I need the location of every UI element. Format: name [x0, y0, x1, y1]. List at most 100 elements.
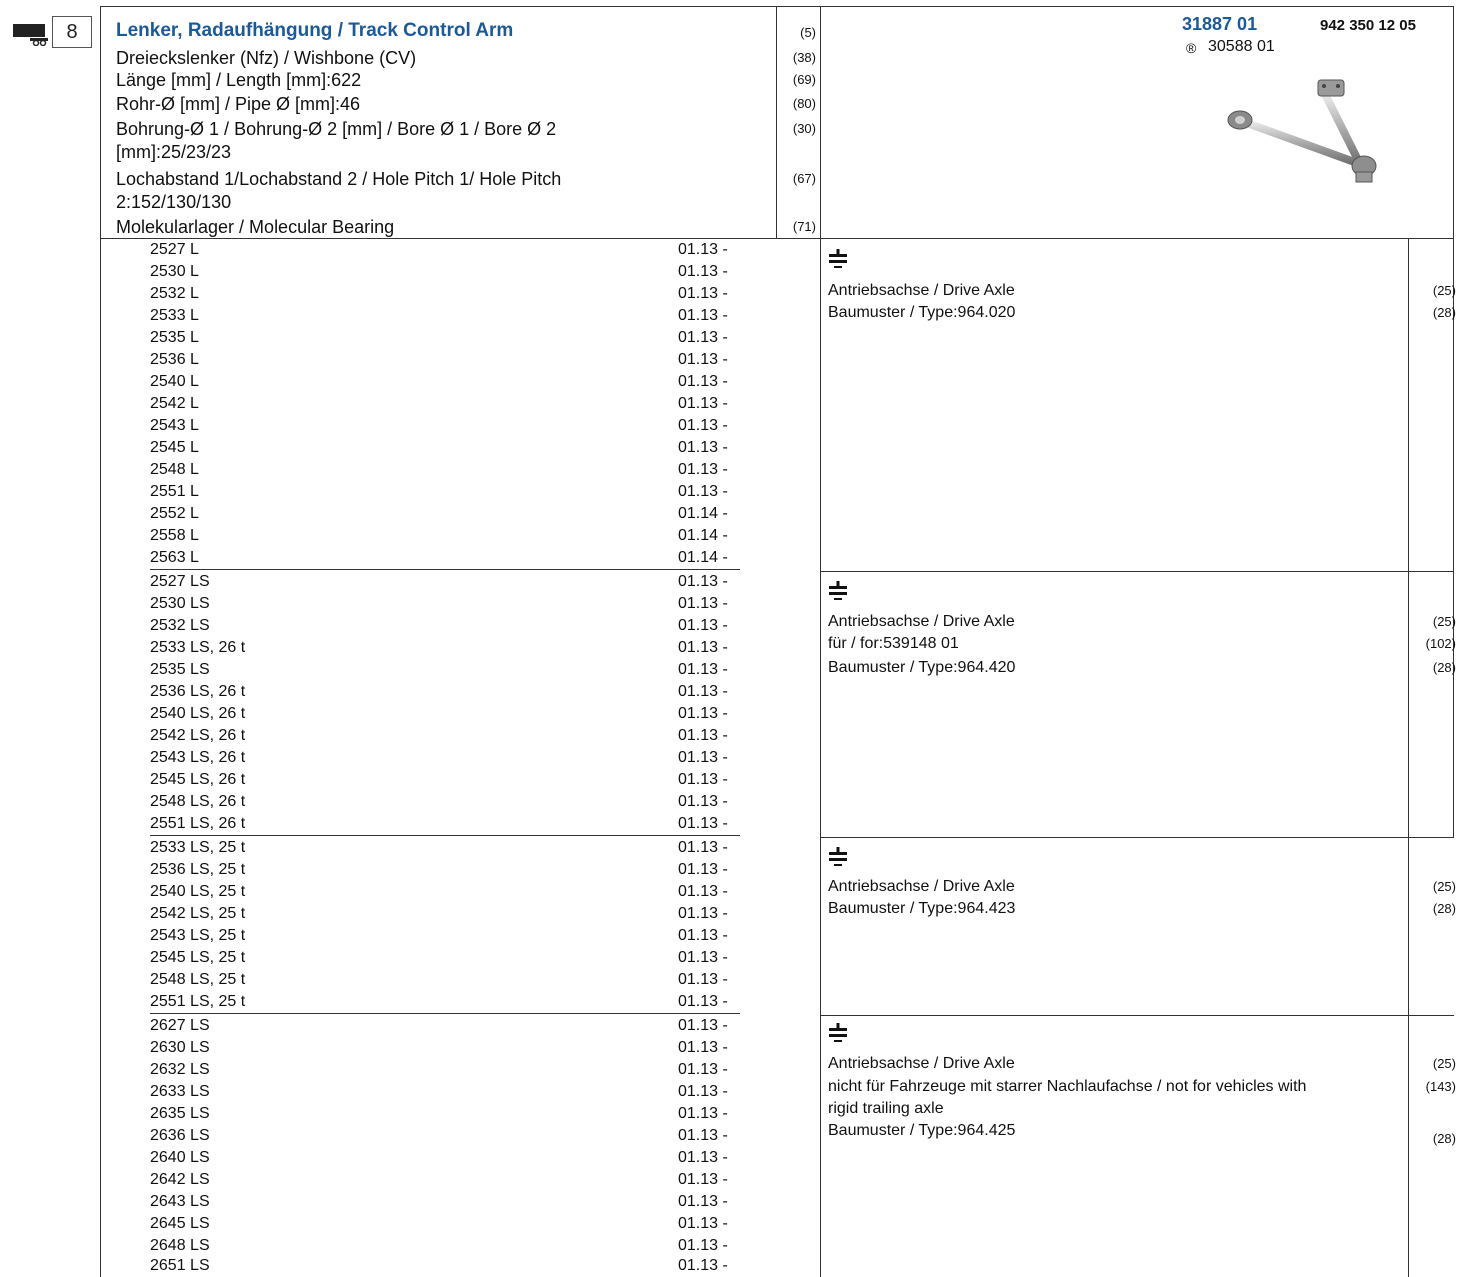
axle-icon: [829, 1023, 847, 1042]
group-end-line: [150, 835, 740, 836]
model-date: 01.13 -: [678, 793, 728, 810]
model-name: 2533 LS, 26 t: [150, 639, 246, 656]
model-date: 01.13 -: [678, 949, 728, 966]
attribute-line: Lochabstand 1/Lochabstand 2 / Hole Pitch…: [116, 169, 562, 189]
model-date: 01.13 -: [678, 595, 728, 612]
reference-number[interactable]: 30588 01: [1208, 38, 1275, 56]
model-name: 2563 L: [150, 549, 199, 566]
note-line: Antriebsachse / Drive Axle: [828, 613, 1015, 630]
model-name: 2651 LS: [150, 1257, 210, 1274]
model-date: 01.13 -: [678, 1039, 728, 1056]
model-date: 01.13 -: [678, 971, 728, 988]
model-name: 2540 LS, 26 t: [150, 705, 246, 722]
attribute-code: (30): [792, 121, 816, 136]
attribute-line: Rohr-Ø [mm] / Pipe Ø [mm]:46: [116, 94, 361, 114]
note-code: (28): [1432, 660, 1456, 675]
note-code: (28): [1432, 901, 1456, 916]
model-date: 01.13 -: [678, 1257, 728, 1274]
model-date: 01.13 -: [678, 1193, 728, 1210]
note-code: (28): [1432, 1131, 1456, 1146]
model-name: 2543 LS, 26 t: [150, 749, 246, 766]
title-code: (5): [800, 25, 816, 40]
model-date: 01.13 -: [678, 285, 728, 302]
model-date: 01.13 -: [678, 661, 728, 678]
attribute-line: Länge [mm] / Length [mm]:622: [116, 70, 362, 90]
model-name: 2530 LS: [150, 595, 210, 612]
model-date: 01.13 -: [678, 1083, 728, 1100]
model-name: 2542 L: [150, 395, 199, 412]
model-name: 2551 LS, 25 t: [150, 993, 246, 1010]
note-code: (25): [1432, 879, 1456, 894]
track-control-arm-image: [1227, 79, 1377, 183]
part-title: Lenker, Radaufhängung / Track Control Ar…: [116, 20, 514, 41]
model-name: 2536 LS, 26 t: [150, 683, 246, 700]
model-name: 2630 LS: [150, 1039, 210, 1056]
model-name: 2545 LS, 26 t: [150, 771, 246, 788]
group-divider: [820, 837, 1454, 838]
note-line: rigid trailing axle: [828, 1100, 944, 1117]
axle-icon: [829, 847, 847, 866]
model-date: 01.14 -: [678, 527, 728, 544]
notes-code-divider: [1408, 238, 1409, 1277]
model-name: 2643 LS: [150, 1193, 210, 1210]
note-line: nicht für Fahrzeuge mit starrer Nachlauf…: [828, 1078, 1307, 1095]
attribute-line: Bohrung-Ø 1 / Bohrung-Ø 2 [mm] / Bore Ø …: [116, 119, 557, 139]
model-name: 2532 LS: [150, 617, 210, 634]
attribute-line: [mm]:25/23/23: [116, 142, 232, 162]
model-date: 01.13 -: [678, 307, 728, 324]
note-code: (25): [1432, 283, 1456, 298]
model-name: 2536 LS, 25 t: [150, 861, 246, 878]
model-date: 01.13 -: [678, 1149, 728, 1166]
model-name: 2633 LS: [150, 1083, 210, 1100]
model-name: 2545 L: [150, 439, 199, 456]
note-line: Baumuster / Type:964.020: [828, 304, 1016, 321]
attribute-line: Molekularlager / Molecular Bearing: [116, 217, 395, 237]
model-date: 01.13 -: [678, 461, 728, 478]
attribute-code: (69): [792, 72, 816, 87]
model-name: 2535 LS: [150, 661, 210, 678]
model-name: 2527 LS: [150, 573, 210, 590]
model-name: 2545 LS, 25 t: [150, 949, 246, 966]
model-name: 2548 LS, 25 t: [150, 971, 246, 988]
model-date: 01.13 -: [678, 993, 728, 1010]
note-line: Baumuster / Type:964.425: [828, 1122, 1016, 1139]
model-name: 2530 L: [150, 263, 199, 280]
model-name: 2635 LS: [150, 1105, 210, 1122]
attribute-line: Dreieckslenker (Nfz) / Wishbone (CV): [116, 48, 417, 68]
group-divider: [820, 238, 1454, 239]
model-date: 01.13 -: [678, 639, 728, 656]
group-end-line: [150, 569, 740, 570]
model-name: 2551 LS, 26 t: [150, 815, 246, 832]
model-date: 01.13 -: [678, 749, 728, 766]
model-date: 01.13 -: [678, 483, 728, 500]
note-code: (28): [1432, 305, 1456, 320]
attribute-code: (71): [792, 219, 816, 234]
model-date: 01.13 -: [678, 1127, 728, 1144]
attribute-code: (67): [792, 171, 816, 186]
note-line: Baumuster / Type:964.423: [828, 900, 1016, 917]
model-name: 2548 L: [150, 461, 199, 478]
note-line: für / for:539148 01: [828, 635, 959, 652]
model-name: 2551 L: [150, 483, 199, 500]
note-line: Baumuster / Type:964.420: [828, 659, 1016, 676]
part-number-link[interactable]: 31887 01: [1182, 14, 1257, 35]
model-name: 2648 LS: [150, 1237, 210, 1254]
model-name: 2632 LS: [150, 1061, 210, 1078]
model-name: 2540 L: [150, 373, 199, 390]
frame-top-border: [100, 6, 1454, 7]
model-date: 01.13 -: [678, 839, 728, 856]
model-name: 2542 LS, 25 t: [150, 905, 246, 922]
model-date: 01.13 -: [678, 815, 728, 832]
model-name: 2640 LS: [150, 1149, 210, 1166]
model-date: 01.13 -: [678, 905, 728, 922]
attribute-code: (80): [792, 96, 816, 111]
model-date: 01.13 -: [678, 861, 728, 878]
model-name: 2552 L: [150, 505, 199, 522]
oe-number: 942 350 12 05: [1320, 17, 1416, 34]
frame-left-border: [100, 6, 101, 1277]
note-code: (25): [1432, 1056, 1456, 1071]
model-name: 2636 LS: [150, 1127, 210, 1144]
model-date: 01.13 -: [678, 683, 728, 700]
section-number-badge: 8: [52, 16, 92, 48]
model-date: 01.14 -: [678, 549, 728, 566]
